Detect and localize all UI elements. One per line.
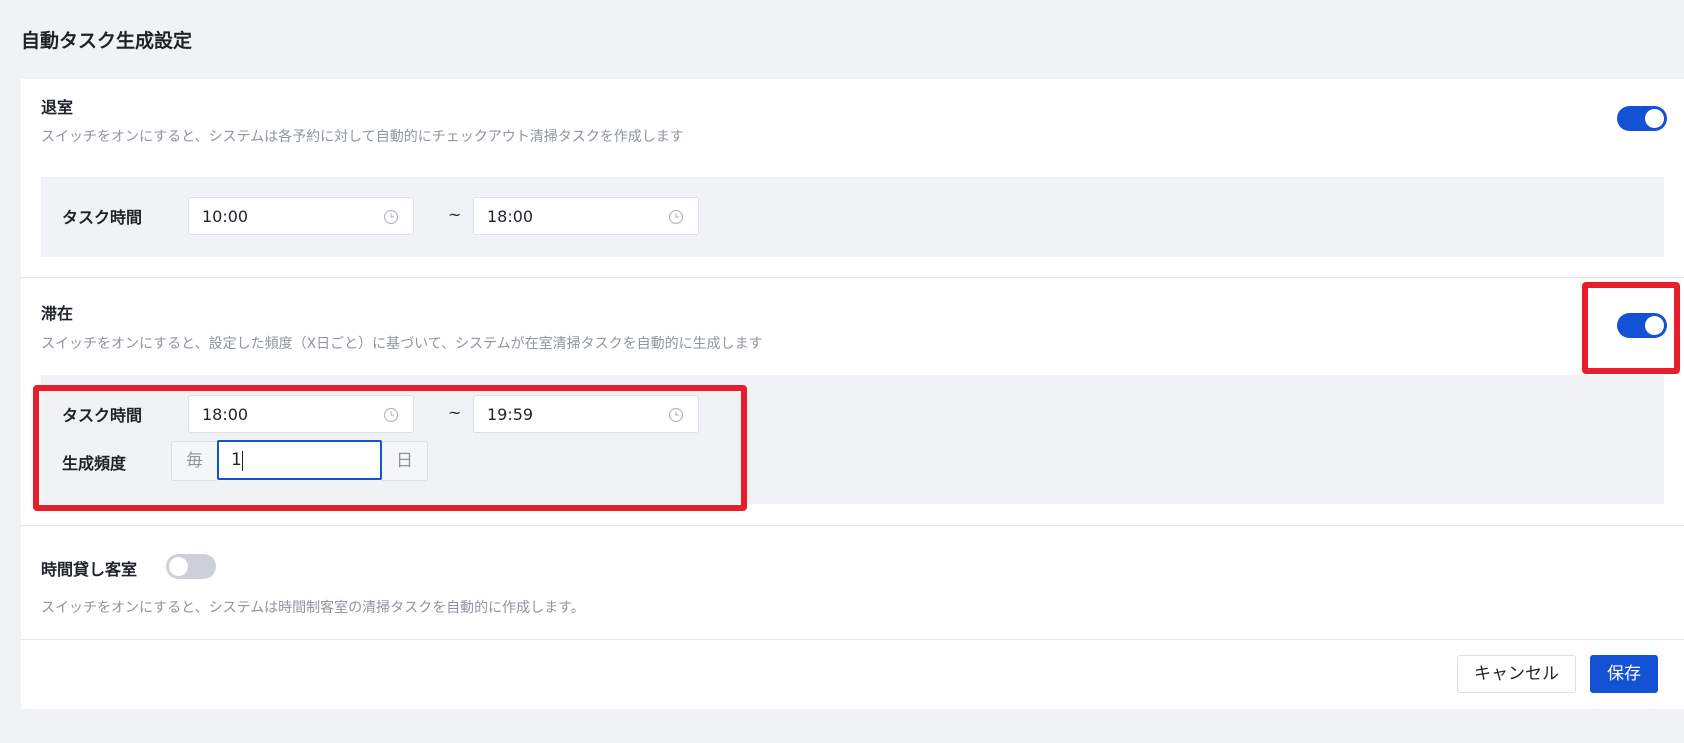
cancel-button[interactable]: キャンセル [1457, 655, 1576, 693]
checkout-end-time-value: 18:00 [487, 207, 534, 226]
stay-title: 滞在 [41, 304, 74, 323]
clock-icon [668, 209, 684, 225]
toggle-knob [169, 557, 188, 576]
divider [21, 639, 1684, 640]
checkout-time-separator: ~ [448, 205, 462, 224]
hourly-title: 時間貸し客室 [41, 560, 138, 579]
save-button[interactable]: 保存 [1590, 655, 1658, 693]
clock-icon [383, 209, 399, 225]
stay-settings-highlight [33, 385, 747, 511]
toggle-knob [1645, 109, 1664, 128]
hourly-description: スイッチをオンにすると、システムは時間制客室の清掃タスクを自動的に作成します。 [41, 600, 585, 616]
checkout-toggle[interactable] [1617, 106, 1667, 131]
checkout-start-time-input[interactable]: 10:00 [188, 197, 414, 235]
hourly-section: 時間貸し客室 スイッチをオンにすると、システムは時間制客室の清掃タスクを自動的に… [21, 526, 1684, 636]
checkout-start-time-value: 10:00 [202, 207, 249, 226]
stay-toggle-highlight [1582, 282, 1680, 374]
checkout-description: スイッチをオンにすると、システムは各予約に対して自動的にチェックアウト清掃タスク… [41, 129, 684, 145]
page-title: 自動タスク生成設定 [21, 30, 193, 52]
checkout-end-time-input[interactable]: 18:00 [473, 197, 699, 235]
hourly-toggle[interactable] [166, 554, 216, 579]
checkout-section: 退室 スイッチをオンにすると、システムは各予約に対して自動的にチェックアウト清掃… [21, 79, 1684, 259]
checkout-title: 退室 [41, 98, 74, 117]
checkout-task-time-label: タスク時間 [62, 208, 143, 227]
checkout-time-panel: タスク時間 10:00 ~ 18:00 [41, 177, 1664, 257]
stay-description: スイッチをオンにすると、設定した頻度（X日ごと）に基づいて、システムが在室清掃タ… [41, 336, 763, 352]
